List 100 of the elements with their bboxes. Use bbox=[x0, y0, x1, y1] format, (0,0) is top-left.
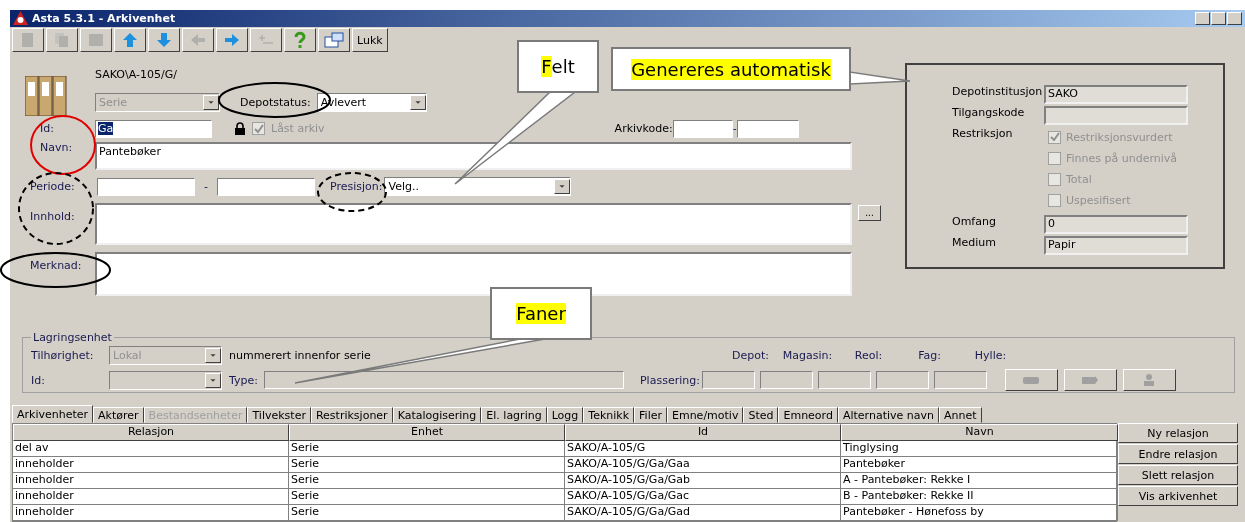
column-header[interactable]: Relasjon bbox=[13, 424, 289, 441]
callout: Genereres automatisk bbox=[611, 47, 851, 91]
innhold-label: Innhold: bbox=[30, 209, 75, 223]
archive-path: SAKO\A-105/G/ bbox=[95, 68, 177, 82]
arkivkode-field[interactable] bbox=[736, 119, 799, 138]
tab[interactable]: Teknikk bbox=[583, 407, 635, 423]
location-column-label: Depot: bbox=[731, 349, 770, 362]
tab[interactable]: Katalogisering bbox=[392, 407, 482, 423]
navn-label: Navn: bbox=[40, 140, 73, 154]
toolbar-button[interactable] bbox=[216, 28, 248, 53]
toolbar-button[interactable] bbox=[148, 28, 180, 53]
box-arrow-icon bbox=[1081, 375, 1100, 385]
location-field[interactable] bbox=[701, 371, 755, 389]
checkbox-label: Uspesifisert bbox=[1066, 193, 1131, 207]
merknad-label: Merknad: bbox=[30, 258, 82, 272]
checkbox-label: Total bbox=[1066, 172, 1092, 186]
tab[interactable]: Annet bbox=[938, 407, 982, 423]
remark-field[interactable] bbox=[95, 251, 852, 296]
relation-button[interactable]: Endre relasjon bbox=[1118, 444, 1238, 464]
callout: Faner bbox=[490, 287, 592, 340]
column-header[interactable]: Navn bbox=[841, 424, 1118, 441]
name-field[interactable]: Pantebøker bbox=[95, 141, 852, 170]
relation-button[interactable]: Vis arkivenhet bbox=[1118, 486, 1238, 506]
location-field[interactable] bbox=[933, 371, 987, 389]
location-field[interactable] bbox=[817, 371, 871, 389]
tab[interactable]: Arkivenheter bbox=[12, 405, 94, 423]
dash: - bbox=[732, 122, 737, 136]
tab[interactable]: Emne/motiv bbox=[667, 407, 744, 423]
tab[interactable]: Restriksjoner bbox=[310, 407, 393, 423]
omfang-label: Omfang bbox=[952, 214, 997, 230]
id-field[interactable]: Ga bbox=[95, 119, 212, 138]
period-to-field[interactable] bbox=[217, 177, 315, 196]
archive-boxes-icon bbox=[25, 75, 67, 116]
table-cell: B - Pantebøker: Rekke II bbox=[841, 489, 1118, 505]
medium-field[interactable]: Papir bbox=[1044, 235, 1188, 255]
restriksjon-label: Restriksjon bbox=[952, 126, 1014, 142]
table-cell: Serie bbox=[289, 457, 565, 473]
column-header[interactable]: Id bbox=[565, 424, 841, 441]
tab[interactable]: El. lagring bbox=[481, 407, 547, 423]
periode-label: Periode: bbox=[30, 180, 75, 194]
relation-button[interactable]: Slett relasjon bbox=[1118, 465, 1238, 485]
location-field[interactable] bbox=[759, 371, 813, 389]
relation-button[interactable]: Ny relasjon bbox=[1118, 423, 1238, 443]
arkivkode-field[interactable] bbox=[672, 119, 733, 138]
tab[interactable]: Emneord bbox=[778, 407, 838, 423]
arkivkode-label: Arkivkode: bbox=[614, 122, 673, 136]
content-field[interactable] bbox=[95, 202, 852, 245]
callout: Felt bbox=[517, 40, 599, 93]
tilhorighet-label: Tilhørighet: bbox=[31, 349, 95, 362]
id-label: Id: bbox=[31, 373, 46, 387]
precision-select[interactable]: Velg.. bbox=[384, 177, 572, 197]
window-title: Asta 5.3.1 - Arkivenhet bbox=[32, 11, 177, 25]
app-logo-icon bbox=[13, 11, 28, 26]
callout-pointer bbox=[849, 71, 911, 85]
depotinstitusjon-field[interactable]: SAKO bbox=[1044, 84, 1188, 104]
tab[interactable]: Tilvekster bbox=[247, 407, 311, 423]
save-icon bbox=[88, 32, 104, 49]
lock-icon bbox=[234, 122, 246, 136]
table-cell: Tinglysing bbox=[841, 441, 1118, 457]
tab[interactable]: Alternative navn bbox=[837, 407, 939, 423]
table-cell: inneholder bbox=[13, 489, 289, 505]
tilgangskode-field[interactable] bbox=[1044, 105, 1188, 125]
dash: - bbox=[204, 180, 208, 194]
table-cell: SAKO/A-105/G/Ga/Gad bbox=[565, 505, 841, 521]
minimize-button[interactable] bbox=[1195, 11, 1210, 25]
table-cell: inneholder bbox=[13, 505, 289, 521]
table-cell: SAKO/A-105/G bbox=[565, 441, 841, 457]
plassering-label: Plassering: bbox=[640, 373, 700, 387]
depotinstitusjon-label: Depotinstitusjon bbox=[952, 84, 1044, 100]
table-cell: Serie bbox=[289, 505, 565, 521]
checkbox-label: Restriksjonsvurdert bbox=[1066, 130, 1173, 144]
toolbar-button[interactable] bbox=[114, 28, 146, 53]
type-field[interactable] bbox=[264, 371, 624, 389]
location-column-label: Magasin: bbox=[781, 349, 834, 362]
table-cell: Serie bbox=[289, 489, 565, 505]
period-from-field[interactable] bbox=[97, 177, 195, 196]
column-header[interactable]: Enhet bbox=[289, 424, 565, 441]
tab[interactable]: Logg bbox=[546, 407, 584, 423]
browse-button[interactable]: ... bbox=[858, 204, 881, 221]
location-column-label: Reol: bbox=[853, 349, 884, 362]
medium-label: Medium bbox=[952, 235, 997, 251]
depotstatus-label: Depotstatus: bbox=[240, 95, 311, 109]
location-column-label: Hylle: bbox=[973, 349, 1008, 362]
toolbar-button[interactable] bbox=[318, 28, 350, 53]
locked-archive-label: Låst arkiv bbox=[271, 122, 325, 136]
question-icon bbox=[293, 31, 307, 50]
maximize-button[interactable] bbox=[1211, 11, 1226, 25]
copy-icon bbox=[54, 32, 70, 49]
tab[interactable]: Sted bbox=[743, 407, 779, 423]
toolbar-button[interactable] bbox=[284, 28, 316, 53]
close-form-button[interactable]: Lukk bbox=[352, 28, 388, 53]
table-cell: SAKO/A-105/G/Ga/Gac bbox=[565, 489, 841, 505]
tab[interactable]: Aktører bbox=[93, 407, 144, 423]
close-button[interactable] bbox=[1227, 11, 1242, 25]
table-cell: inneholder bbox=[13, 457, 289, 473]
table-cell: A - Pantebøker: Rekke I bbox=[841, 473, 1118, 489]
table-cell: Pantebøker bbox=[841, 457, 1118, 473]
tab[interactable]: Filer bbox=[634, 407, 667, 423]
omfang-field[interactable]: 0 bbox=[1044, 214, 1188, 234]
location-field[interactable] bbox=[875, 371, 929, 389]
